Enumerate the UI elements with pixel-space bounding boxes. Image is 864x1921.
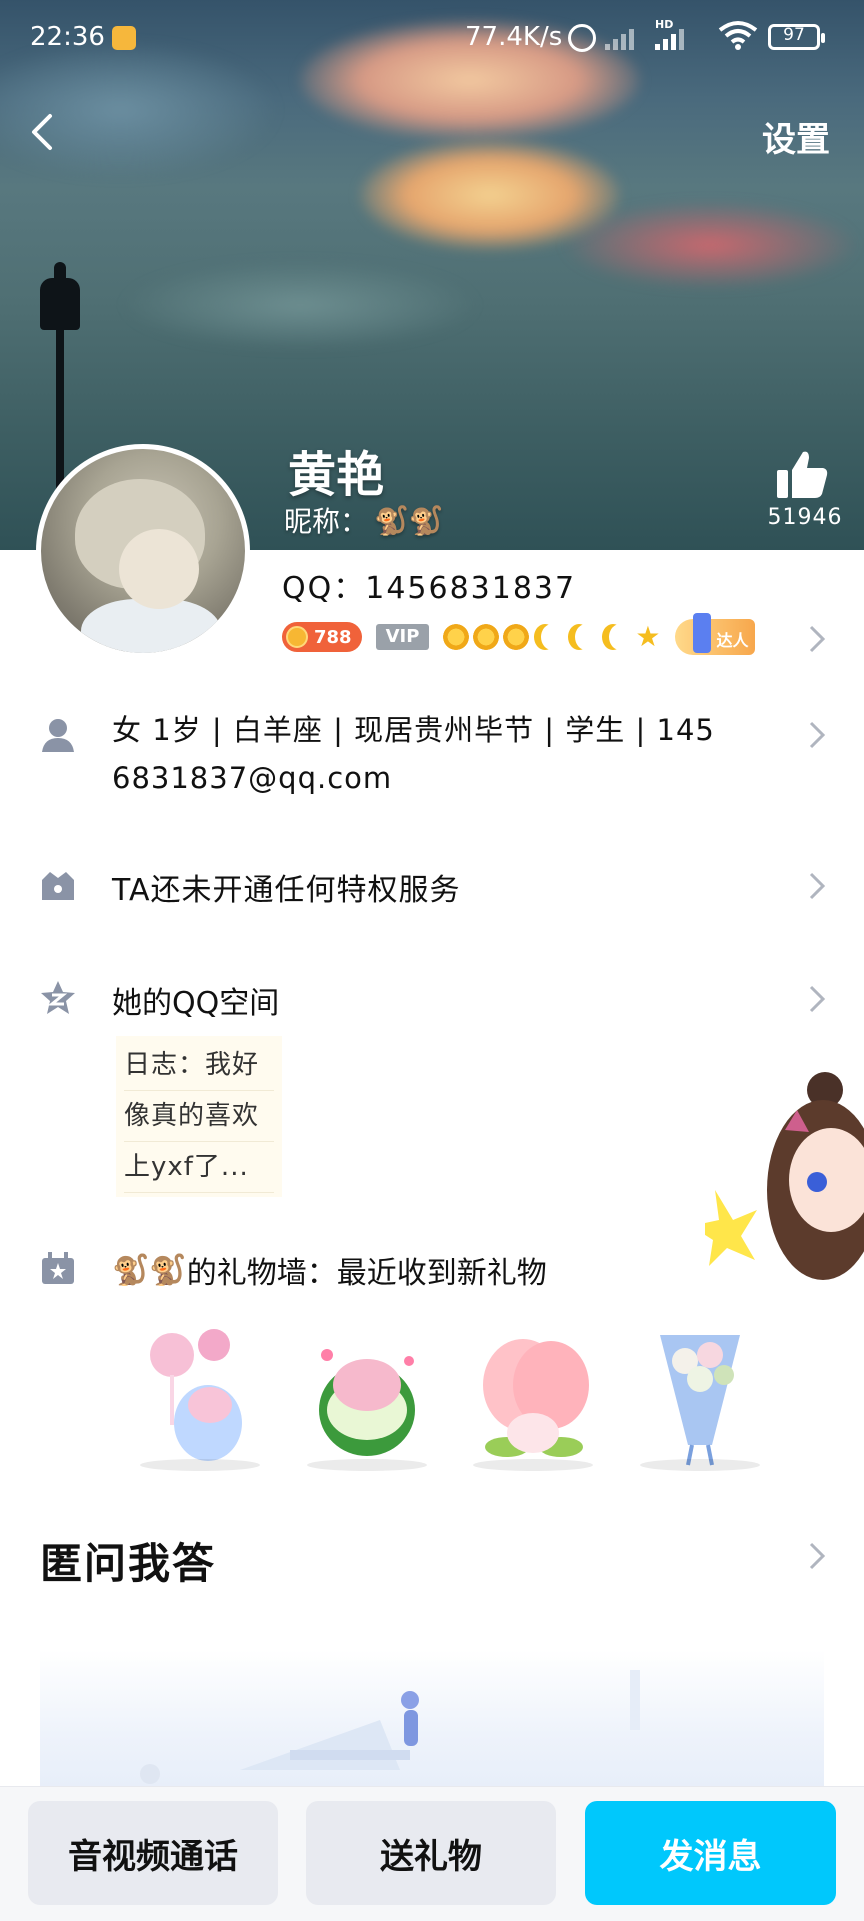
gift-wall-owner: 🐒🐒 [112,1252,187,1288]
bouquet-gift[interactable] [630,1315,770,1475]
settings-button[interactable]: 设置 [762,112,830,161]
signal-icon [605,24,645,50]
daren-label: 达人 [716,631,749,650]
profile-details[interactable]: 女 1岁 | 白羊座 | 现居贵州毕节 | 学生 | 145 6831837@q… [112,706,792,802]
gift-wall-label: 的礼物墙：最近收到新礼物 [186,1256,547,1291]
notification-icon [112,26,136,50]
qzone-post-line: 像真的喜欢 [124,1091,274,1142]
thumbs-up-icon[interactable] [775,448,829,502]
qzone-star-icon [41,981,75,1014]
moon-icon [541,624,563,650]
sun-icon [443,624,470,650]
vip-badge: VIP [375,624,430,650]
battery-icon: 97 [768,24,825,50]
nickname-row: 昵称： 🐒🐒 [284,500,444,540]
avatar-face [119,529,199,609]
daren-badge: 达人 [674,613,755,655]
profile-details-line: 女 1岁 | 白羊座 | 现居贵州毕节 | 学生 | 145 [112,713,715,747]
signal-hd-icon: HD [655,18,695,50]
lollipop-pig-gift[interactable] [130,1315,270,1475]
wifi-icon [718,21,758,50]
alarm-icon [568,24,596,52]
chevron-right-icon[interactable] [808,984,826,1014]
anon-qa-illustration [40,1650,824,1790]
cartoon-girl-sticker [705,1072,864,1280]
coin-icon [286,626,308,648]
qzone-post-line: 上yxf了... [124,1142,274,1193]
status-time: 22:36 [30,22,105,52]
gift-wall-title[interactable]: 🐒🐒 的礼物墙：最近收到新礼物 [112,1248,547,1292]
coin-badge: 788 [282,622,362,652]
network-label: HD [655,18,674,31]
network-speed: 77.4K/s [465,22,563,52]
sun-icon [473,624,500,650]
cover-cloud [560,200,860,290]
anon-qa-title[interactable]: 匿问我答 [40,1530,216,1591]
star-icon: ★ [635,620,661,653]
nickname-label: 昵称： [284,505,369,538]
profile-name: 黄艳 [288,447,385,503]
moon-icon [609,624,631,650]
chevron-right-icon[interactable] [808,624,826,654]
qzone-post-line: 日志：我好 [124,1040,274,1091]
qq-number: QQ：1456831837 [282,571,577,606]
like-count: 51946 [767,505,843,530]
watermelon-pig-gift[interactable] [297,1315,437,1475]
person-icon [42,719,74,752]
sun-icon [503,624,530,650]
avatar[interactable] [36,444,250,658]
profile-details-line: 6831837@qq.com [112,761,393,795]
send-message-button[interactable]: 发消息 [585,1801,836,1905]
qzone-post-card[interactable]: 日志：我好 像真的喜欢 上yxf了... [116,1036,282,1197]
chevron-right-icon[interactable] [808,871,826,901]
bottom-action-bar: 音视频通话 送礼物 发消息 [0,1786,864,1921]
peach-gift[interactable] [463,1315,603,1475]
cover-cloud [120,260,480,350]
gift-icon [42,1252,74,1284]
nickname-emoji: 🐒🐒 [374,503,444,537]
moon-icon [575,624,597,650]
qq-level-icons: ★ [443,620,661,653]
chevron-right-icon[interactable] [808,1541,826,1571]
coin-level: 788 [314,626,352,648]
badge-row[interactable]: 788 VIP ★ 达人 [282,613,755,655]
send-gift-button[interactable]: 送礼物 [306,1801,556,1905]
gift-list [130,1315,770,1475]
phone-icon [692,613,711,653]
back-arrow-icon[interactable] [24,112,64,152]
qzone-title[interactable]: 她的QQ空间 [112,978,279,1022]
video-call-button[interactable]: 音视频通话 [28,1801,278,1905]
chevron-right-icon[interactable] [808,720,826,750]
status-bar: 22:36 77.4K/s HD 97 [0,0,864,80]
battery-level: 97 [783,25,805,45]
privilege-text[interactable]: TA还未开通任何特权服务 [112,865,461,909]
crown-icon [42,872,74,900]
